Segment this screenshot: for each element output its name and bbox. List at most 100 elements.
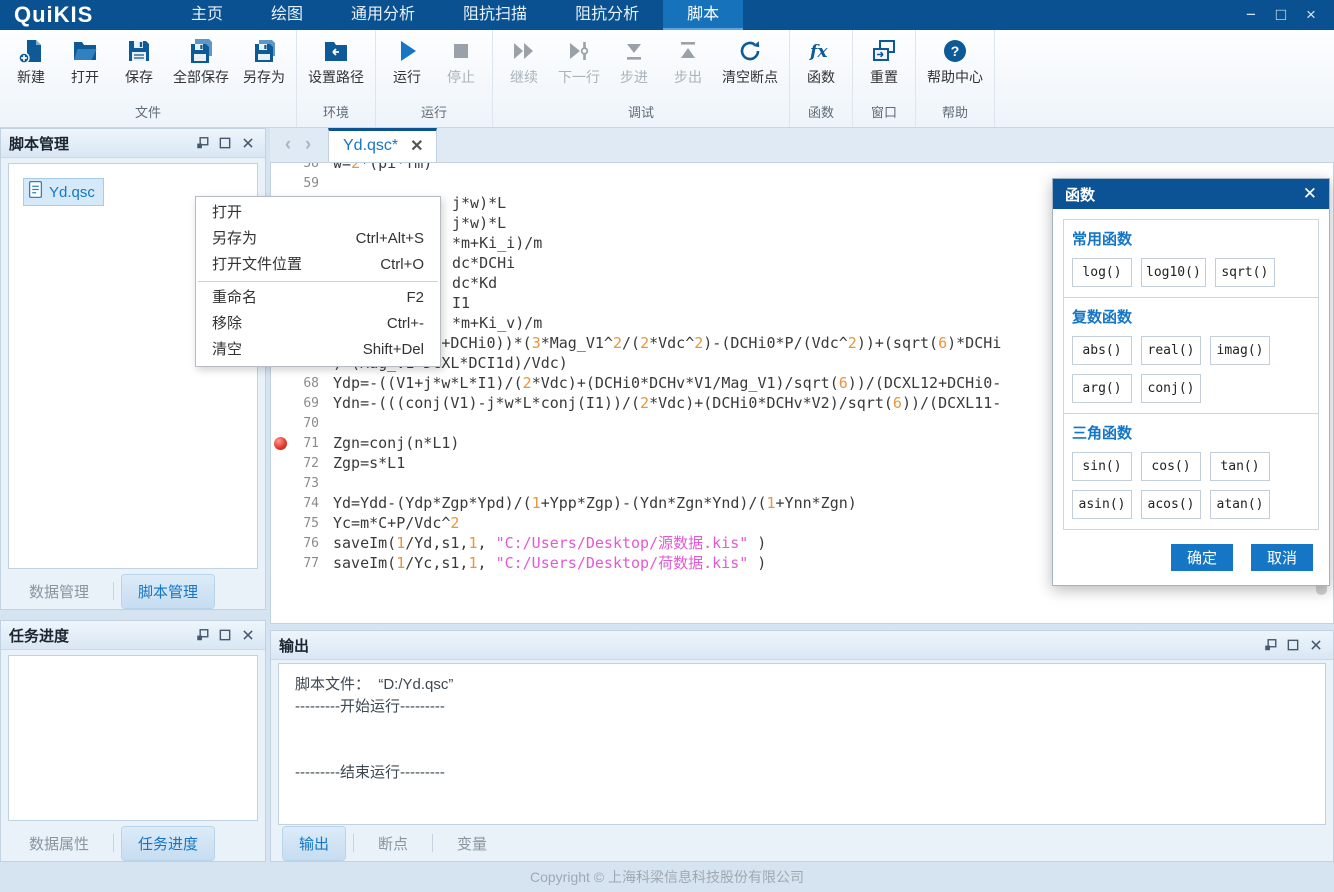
- script-panel-tab-1[interactable]: 数据管理: [13, 575, 105, 608]
- context-menu-item[interactable]: 重命名F2: [196, 285, 440, 311]
- task-panel-controls: [193, 627, 257, 644]
- ok-button[interactable]: 确定: [1171, 544, 1233, 571]
- help-center-button[interactable]: ?帮助中心: [920, 30, 990, 89]
- context-menu-item[interactable]: 另存为Ctrl+Alt+S: [196, 226, 440, 252]
- context-menu-item[interactable]: 打开: [196, 200, 440, 226]
- float-icon[interactable]: [193, 135, 211, 152]
- cancel-button[interactable]: 取消: [1251, 544, 1313, 571]
- menu-item-5[interactable]: 阻抗分析: [551, 0, 663, 30]
- output-tab-2[interactable]: 断点: [362, 827, 424, 860]
- output-panel-header: 输出: [271, 631, 1333, 660]
- breakpoint-gutter[interactable]: [271, 437, 289, 450]
- breakpoint-icon[interactable]: [274, 437, 287, 450]
- float-icon[interactable]: [193, 627, 211, 644]
- function-section-title: 三角函数: [1072, 422, 1310, 443]
- function-button-cos[interactable]: cos(): [1141, 452, 1201, 481]
- close-icon[interactable]: [239, 135, 257, 152]
- script-panel-controls: [193, 135, 257, 152]
- function-button-log10[interactable]: log10(): [1141, 258, 1206, 287]
- close-icon[interactable]: [239, 627, 257, 644]
- function-dialog-title: 函数: [1065, 184, 1095, 205]
- dialog-close-icon[interactable]: ✕: [1303, 184, 1317, 204]
- function-dialog: 函数 ✕ 常用函数log()log10()sqrt()复数函数abs()real…: [1052, 178, 1330, 586]
- chevron-right-icon[interactable]: ›: [298, 134, 318, 156]
- menu-item-3[interactable]: 通用分析: [327, 0, 439, 30]
- float-icon[interactable]: [1261, 637, 1279, 654]
- function-button-real[interactable]: real(): [1141, 336, 1201, 365]
- function-button-acos[interactable]: acos(): [1141, 490, 1201, 519]
- function-button-conj[interactable]: conj(): [1141, 374, 1201, 403]
- ribbon-group-caption: 窗口: [857, 98, 911, 127]
- ribbon-button-label: 下一行: [558, 67, 600, 87]
- function-dialog-footer: 确定 取消: [1063, 530, 1319, 573]
- fx-icon: fx: [808, 38, 834, 64]
- save-all-button[interactable]: 全部保存: [166, 30, 236, 89]
- minimize-icon[interactable]: −: [1236, 0, 1266, 30]
- clear-breakpoints-button[interactable]: 清空断点: [715, 30, 785, 89]
- line-number: 75: [289, 516, 319, 531]
- output-tab-3[interactable]: 变量: [441, 827, 503, 860]
- function-button-sqrt[interactable]: sqrt(): [1215, 258, 1275, 287]
- close-icon[interactable]: ×: [1296, 0, 1326, 30]
- function-button-asin[interactable]: asin(): [1072, 490, 1132, 519]
- function-button-atan[interactable]: atan(): [1210, 490, 1270, 519]
- output-tab-1[interactable]: 输出: [283, 827, 345, 860]
- ribbon-button-label: 设置路径: [308, 67, 364, 87]
- function-button-sin[interactable]: sin(): [1072, 452, 1132, 481]
- save-button[interactable]: 保存: [112, 30, 166, 89]
- titlebar: QuiKIS 主页绘图通用分析阻抗扫描阻抗分析脚本 − □ ×: [0, 0, 1334, 30]
- stop-button: 停止: [434, 30, 488, 89]
- menu-item-6[interactable]: 脚本: [663, 0, 743, 30]
- functions-button[interactable]: fx函数: [794, 30, 848, 89]
- save-as-button[interactable]: 另存为: [236, 30, 292, 89]
- context-menu-item[interactable]: 移除Ctrl+-: [196, 311, 440, 337]
- menu-item-4[interactable]: 阻抗扫描: [439, 0, 551, 30]
- script-panel-title: 脚本管理: [9, 133, 193, 154]
- editor-tab[interactable]: Yd.qsc* ✕: [328, 128, 437, 162]
- tab-close-icon[interactable]: ✕: [410, 136, 423, 156]
- continue-button: 继续: [497, 30, 551, 89]
- code-text: Ydp=-((V1+j*w*L*I1)/(2*Vdc)+(DCHi0*DCHv*…: [333, 373, 1001, 393]
- context-menu-item[interactable]: 打开文件位置Ctrl+O: [196, 252, 440, 278]
- close-icon[interactable]: [1307, 637, 1325, 654]
- continue-icon: [511, 38, 537, 64]
- code-text: w=2*(pi*fm): [333, 162, 432, 173]
- ribbon-group: fx函数函数: [790, 30, 853, 127]
- svg-text:fx: fx: [809, 42, 828, 62]
- context-menu-list: 打开另存为Ctrl+Alt+S打开文件位置Ctrl+O 重命名F2移除Ctrl+-…: [196, 200, 440, 363]
- maximize-icon[interactable]: □: [1266, 0, 1296, 30]
- function-button-arg[interactable]: arg(): [1072, 374, 1132, 403]
- reset-button[interactable]: 重置: [857, 30, 911, 89]
- run-button[interactable]: 运行: [380, 30, 434, 89]
- task-panel-tab-1[interactable]: 数据属性: [13, 827, 105, 860]
- maximize-icon[interactable]: [216, 135, 234, 152]
- context-menu-item[interactable]: 清空 Shift+Del: [196, 337, 440, 363]
- task-panel-tab-2[interactable]: 任务进度: [122, 827, 214, 860]
- function-button-abs[interactable]: abs(): [1072, 336, 1132, 365]
- chevron-left-icon[interactable]: ‹: [278, 134, 298, 156]
- code-text: Yc=m*C+P/Vdc^2: [333, 513, 459, 533]
- ribbon-groups: 新建打开保存全部保存另存为文件设置路径环境运行停止运行继续下一行步进步出清空断点…: [0, 30, 1334, 128]
- context-menu-shortcut: Ctrl+Alt+S: [356, 226, 424, 252]
- maximize-icon[interactable]: [216, 627, 234, 644]
- maximize-icon[interactable]: [1284, 637, 1302, 654]
- function-button-tan[interactable]: tan(): [1210, 452, 1270, 481]
- new-button[interactable]: 新建: [4, 30, 58, 89]
- script-file-item[interactable]: Yd.qsc: [23, 178, 104, 206]
- code-line[interactable]: 58w=2*(pi*fm): [271, 162, 1333, 173]
- function-button-log[interactable]: log(): [1072, 258, 1132, 287]
- menu-divider: [198, 281, 438, 282]
- ribbon-group: 继续下一行步进步出清空断点调试: [493, 30, 790, 127]
- context-menu-shortcut: Shift+Del: [363, 337, 424, 363]
- menu-item-1[interactable]: 主页: [167, 0, 247, 30]
- set-path-button[interactable]: 设置路径: [301, 30, 371, 89]
- code-text: Ydn=-(((conj(V1)-j*w*L*conj(I1))/(2*Vdc)…: [333, 393, 1001, 413]
- context-menu-label: 清空: [212, 337, 242, 363]
- menu-item-2[interactable]: 绘图: [247, 0, 327, 30]
- ribbon-button-label: 打开: [71, 67, 99, 87]
- copyright-text: Copyright © 上海科梁信息科技股份有限公司: [530, 867, 804, 887]
- function-button-imag[interactable]: imag(): [1210, 336, 1270, 365]
- script-panel-tab-2[interactable]: 脚本管理: [122, 575, 214, 608]
- open-button[interactable]: 打开: [58, 30, 112, 89]
- output-line: ---------开始运行---------: [295, 696, 1325, 718]
